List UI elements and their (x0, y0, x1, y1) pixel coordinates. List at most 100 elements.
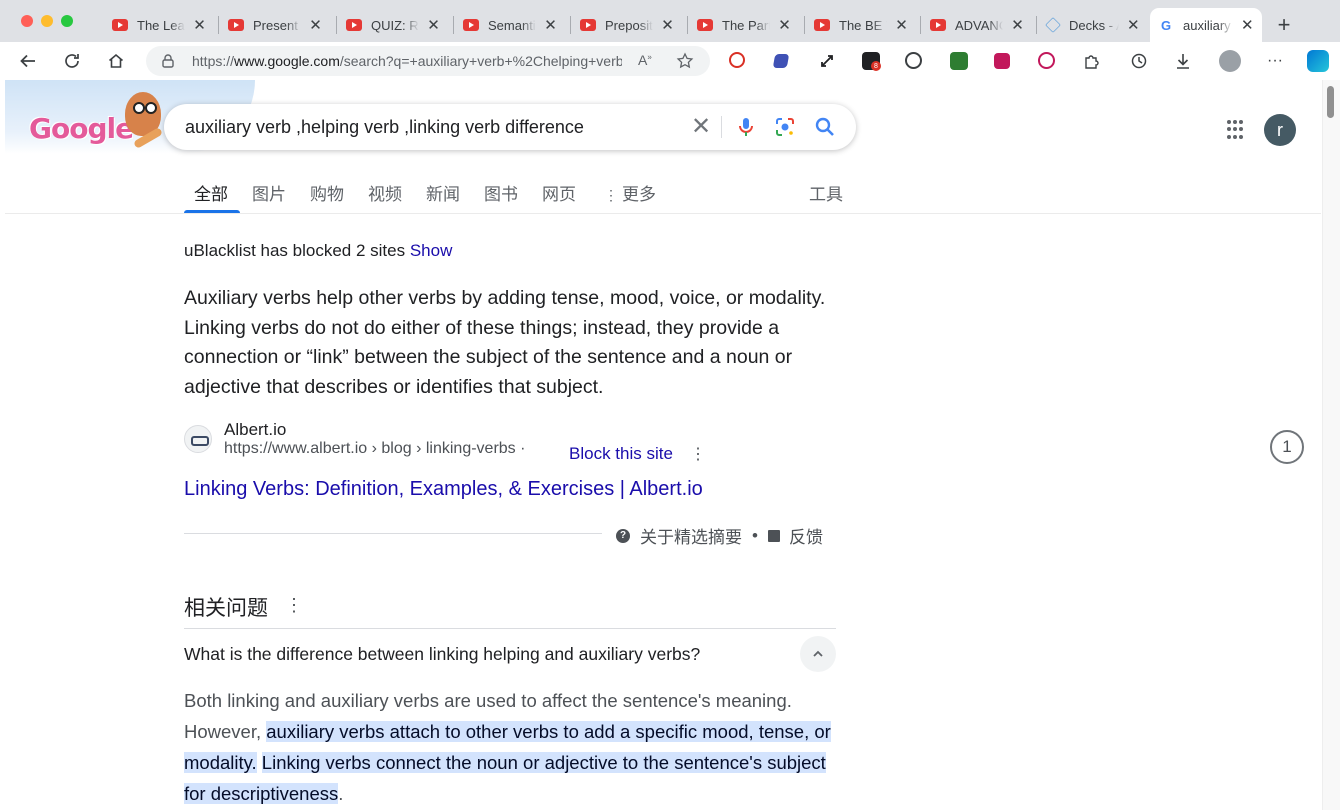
maximize-window-button[interactable] (61, 15, 73, 27)
tab-shopping[interactable]: 购物 (310, 180, 344, 205)
close-tab-icon[interactable]: ✕ (544, 16, 557, 34)
about-snippet-link[interactable]: 关于精选摘要 (640, 523, 742, 548)
tab-label: Present Perfect (253, 17, 301, 33)
minimize-window-button[interactable] (41, 15, 53, 27)
tab-label: ADVANCED (955, 17, 1003, 33)
search-input[interactable]: auxiliary verb ,helping verb ,linking ve… (185, 117, 584, 138)
browser-tab[interactable]: QUIZ: Relative ✕ (338, 8, 448, 42)
youtube-icon (228, 19, 244, 31)
source-name[interactable]: Albert.io (224, 420, 286, 440)
dark-extension-icon[interactable]: 8 (862, 52, 881, 71)
clear-icon[interactable]: ✕ (688, 114, 714, 140)
youtube-icon (580, 19, 596, 31)
tab-all[interactable]: 全部 (194, 180, 228, 205)
related-more-icon[interactable]: ⋮ (285, 595, 303, 616)
tools-button[interactable]: 工具 (809, 180, 843, 205)
feedback-icon (767, 529, 780, 542)
play-extension-icon[interactable] (1038, 52, 1055, 69)
ublacklist-notice: uBlacklist has blocked 2 sites Show (184, 241, 452, 261)
doodle-logo: Google (29, 112, 134, 145)
block-site-link[interactable]: Block this site (569, 444, 673, 464)
tab-separator (336, 16, 337, 34)
downloads-icon[interactable] (1172, 50, 1194, 72)
tab-videos[interactable]: 视频 (368, 180, 402, 205)
result-more-icon[interactable]: ⋮ (690, 444, 706, 464)
tab-label: The Participle (722, 17, 770, 33)
extensions-puzzle-icon[interactable] (1080, 50, 1102, 72)
tab-label: Decks - Anki (1069, 17, 1119, 33)
side-badge[interactable]: 1 (1270, 430, 1304, 464)
close-tab-icon[interactable]: ✕ (895, 16, 908, 34)
source-url[interactable]: https://www.albert.io › blog › linking-v… (224, 440, 525, 458)
tab-more[interactable]: ⋮ 更多 (604, 180, 656, 205)
search-divider (721, 116, 722, 138)
reload-icon (65, 54, 79, 68)
tab-separator (804, 16, 805, 34)
tab-separator (1036, 16, 1037, 34)
close-tab-icon[interactable]: ✕ (1127, 16, 1140, 34)
read-aloud-icon[interactable]: A» (638, 52, 652, 68)
browser-tab[interactable]: Prepositions ✕ (572, 8, 682, 42)
browser-tab[interactable]: Present Perfect ✕ (220, 8, 330, 42)
camera-extension-icon[interactable] (905, 52, 922, 69)
scrollbar-thumb[interactable] (1327, 86, 1334, 118)
back-button[interactable] (17, 50, 39, 72)
pen-extension-icon[interactable] (772, 54, 790, 68)
scrollbar[interactable] (1322, 80, 1340, 810)
address-bar[interactable]: https://www.google.com/search?q=+auxilia… (146, 46, 710, 76)
microphone-icon[interactable] (734, 115, 758, 139)
tab-web[interactable]: 网页 (542, 180, 576, 205)
related-divider (184, 628, 836, 629)
close-tab-icon[interactable]: ✕ (427, 16, 440, 34)
close-tab-icon[interactable]: ✕ (1241, 16, 1254, 34)
show-blocked-link[interactable]: Show (410, 241, 453, 260)
close-tab-icon[interactable]: ✕ (661, 16, 674, 34)
reload-button[interactable] (61, 50, 83, 72)
search-extension-icon[interactable] (729, 52, 745, 68)
close-tab-icon[interactable]: ✕ (309, 16, 322, 34)
tabs-divider (5, 213, 1321, 214)
download-extension-icon[interactable] (950, 52, 968, 70)
browser-tab[interactable]: The Learning ✕ (104, 8, 214, 42)
tab-separator (453, 16, 454, 34)
browser-tab[interactable]: The Participle ✕ (689, 8, 799, 42)
grid-extension-icon[interactable] (994, 53, 1010, 69)
google-account-avatar[interactable]: r (1264, 114, 1296, 146)
related-question[interactable]: What is the difference between linking h… (184, 644, 700, 665)
browser-tab[interactable]: Decks - Anki ✕ (1038, 8, 1148, 42)
tab-label: The Learning (137, 17, 185, 33)
google-lens-icon[interactable] (773, 115, 797, 139)
google-icon: G (1160, 17, 1172, 33)
tab-label: QUIZ: Relative (371, 17, 419, 33)
more-dots-icon: ⋮ (604, 187, 618, 203)
history-icon[interactable] (1128, 50, 1150, 72)
close-window-button[interactable] (21, 15, 33, 27)
browser-tab[interactable]: Semantic ✕ (455, 8, 565, 42)
search-box[interactable]: auxiliary verb ,helping verb ,linking ve… (164, 104, 856, 150)
home-button[interactable] (105, 50, 127, 72)
chevron-up-icon[interactable] (800, 636, 836, 672)
help-icon: ? (616, 528, 630, 543)
browser-tab[interactable]: ADVANCED ✕ (922, 8, 1032, 42)
tab-books[interactable]: 图书 (484, 180, 518, 205)
copilot-icon[interactable] (1307, 50, 1329, 72)
albert-favicon[interactable] (184, 425, 212, 453)
google-apps-icon[interactable] (1227, 120, 1247, 140)
browser-tab[interactable]: The BE Verb ✕ (806, 8, 916, 42)
feedback-link[interactable]: 反馈 (789, 523, 823, 548)
tab-label: Prepositions (605, 17, 653, 33)
tab-images[interactable]: 图片 (252, 180, 286, 205)
close-tab-icon[interactable]: ✕ (778, 16, 791, 34)
browser-tab[interactable]: Gauxiliary ✕ (1150, 8, 1262, 42)
close-tab-icon[interactable]: ✕ (1011, 16, 1024, 34)
new-tab-button[interactable]: + (1274, 12, 1294, 38)
favorite-star-icon[interactable] (676, 52, 694, 70)
search-icon[interactable] (813, 115, 837, 139)
result-title-link[interactable]: Linking Verbs: Definition, Examples, & E… (184, 478, 703, 501)
tab-news[interactable]: 新闻 (426, 180, 460, 205)
home-icon (108, 53, 124, 68)
more-menu-icon[interactable]: ··· (1264, 50, 1286, 72)
browser-profile-avatar[interactable] (1219, 50, 1241, 72)
close-tab-icon[interactable]: ✕ (193, 16, 206, 34)
arrows-extension-icon[interactable] (816, 50, 838, 72)
